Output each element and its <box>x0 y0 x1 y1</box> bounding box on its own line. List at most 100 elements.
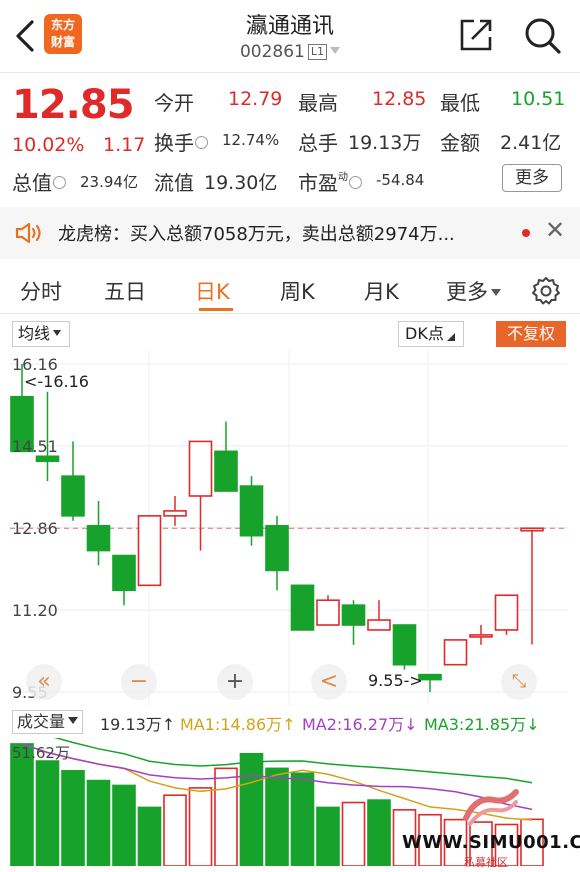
volume-bar <box>239 752 264 866</box>
open-label: 今开 <box>154 91 194 115</box>
low-label: 最低 <box>440 91 480 115</box>
tab-more[interactable]: 更多 <box>446 276 501 306</box>
caret-down-icon <box>53 330 62 336</box>
tab-intraday[interactable]: 分时 <box>20 276 62 306</box>
candle-body <box>137 515 162 587</box>
candle-body <box>392 624 417 666</box>
zoom-in-button[interactable]: + <box>217 664 253 700</box>
gear-icon[interactable] <box>531 276 561 306</box>
zoom-out-button[interactable]: − <box>121 664 157 700</box>
watermark-subtext: 私募社区 <box>464 856 508 869</box>
change-amount: 1.17 <box>103 134 146 156</box>
candle-body <box>494 594 519 631</box>
candle-body <box>341 604 366 626</box>
volume-label: 总手 <box>298 131 338 155</box>
candle-body <box>316 599 340 626</box>
volume-bar <box>188 787 213 866</box>
volume-bar <box>316 806 340 866</box>
low-value: 10.51 <box>511 88 566 110</box>
total-cap-value: 23.94亿 <box>80 173 138 191</box>
chevron-down-icon <box>330 47 341 54</box>
active-tab-indicator <box>199 308 233 311</box>
amount-value: 2.41亿 <box>500 132 562 154</box>
total-cap-label[interactable]: 总值 <box>12 167 66 196</box>
y-tick-label: 11.20 <box>12 601 58 620</box>
current-price: 12.85 <box>12 82 135 128</box>
prev-button[interactable]: < <box>311 664 347 700</box>
volume-indicator-select[interactable]: 成交量 <box>12 710 84 734</box>
ma1-stat: MA1:14.86万↑ <box>180 715 296 734</box>
low-annotation: 9.55-> <box>368 671 423 690</box>
ma-select[interactable]: 均线 <box>12 321 70 347</box>
volume-bar <box>367 799 391 866</box>
candlestick-chart[interactable]: 16.1614.5112.8611.209.55<-16.169.55-> <box>10 350 568 706</box>
high-value: 12.85 <box>372 88 427 110</box>
unread-dot <box>522 229 530 237</box>
volume-bar <box>112 784 136 866</box>
high-label: 最高 <box>298 91 338 115</box>
dk-select-label: DK点 <box>405 324 444 343</box>
candle-body <box>163 510 187 517</box>
candle-body <box>443 639 468 666</box>
volume-max-label: 51.62万 <box>12 744 70 762</box>
open-value: 12.79 <box>228 88 283 110</box>
caret-down-icon <box>68 717 79 724</box>
speaker-icon <box>15 222 41 244</box>
back-arrow-icon[interactable] <box>10 18 40 54</box>
dk-select[interactable]: DK点 <box>398 321 464 347</box>
candle-body <box>367 619 391 631</box>
adjust-toggle-button[interactable]: 不复权 <box>496 321 566 347</box>
search-icon[interactable] <box>522 15 562 55</box>
app-logo-text: 东方财富 <box>50 18 75 49</box>
app-logo: 东方财富 <box>44 14 82 54</box>
volume-indicator-label: 成交量 <box>17 712 66 731</box>
divider <box>0 313 580 314</box>
volume-bar <box>137 806 162 866</box>
tab-daily-k[interactable]: 日K <box>195 276 230 306</box>
candle-body <box>188 440 213 497</box>
y-tick-label: 14.51 <box>12 437 58 456</box>
stock-code-row[interactable]: 002861 L1 <box>190 42 390 62</box>
amount-label: 金额 <box>440 131 480 155</box>
volume-value: 19.13万 <box>348 132 422 154</box>
tab-weekly-k[interactable]: 周K <box>280 276 315 306</box>
pe-sup: 动 <box>338 172 348 183</box>
turnover-label-text: 换手 <box>154 131 194 155</box>
turnover-label[interactable]: 换手 <box>154 127 208 156</box>
volume-bar <box>10 743 34 866</box>
info-icon <box>53 176 66 189</box>
caret-down-icon <box>491 289 501 296</box>
y-tick-label: 12.86 <box>12 519 58 538</box>
ma3-stat: MA3:21.85万↓ <box>424 715 540 734</box>
notice-bar[interactable]: 龙虎榜：买入总额7058万元，卖出总额2974万... ✕ <box>0 207 580 259</box>
pe-value: -54.84 <box>376 171 425 189</box>
candle-body <box>469 634 493 638</box>
candle-body <box>35 455 60 463</box>
rewind-button[interactable]: « <box>26 664 62 700</box>
volume-bar <box>214 767 238 866</box>
close-icon[interactable]: ✕ <box>545 216 565 244</box>
pe-label[interactable]: 市盈动 <box>298 167 362 196</box>
more-button[interactable]: 更多 <box>502 164 562 192</box>
watermark-logo-icon <box>463 789 519 826</box>
volume-bar <box>86 779 111 866</box>
share-icon[interactable] <box>458 17 494 53</box>
expand-button[interactable]: ⤡ <box>501 664 537 700</box>
volume-bar <box>35 760 60 866</box>
tab-more-label: 更多 <box>446 280 488 304</box>
candle-body <box>214 450 238 492</box>
candle-body <box>86 524 111 552</box>
divider <box>0 72 580 73</box>
pe-label-text: 市盈 <box>298 171 338 195</box>
notice-text: 龙虎榜：买入总额7058万元，卖出总额2974万... <box>58 224 455 245</box>
change-percent: 10.02% <box>12 134 85 156</box>
watermark-text: WWW.SIMU001.CN <box>402 832 580 853</box>
volume-bar <box>290 772 315 866</box>
float-cap-label: 流值 <box>154 171 194 195</box>
candle-body <box>112 554 136 592</box>
volume-bar <box>61 770 85 866</box>
ma2-stat: MA2:16.27万↓ <box>302 715 418 734</box>
tab-five-day[interactable]: 五日 <box>104 276 146 306</box>
volume-bar <box>163 794 187 866</box>
tab-monthly-k[interactable]: 月K <box>364 276 399 306</box>
